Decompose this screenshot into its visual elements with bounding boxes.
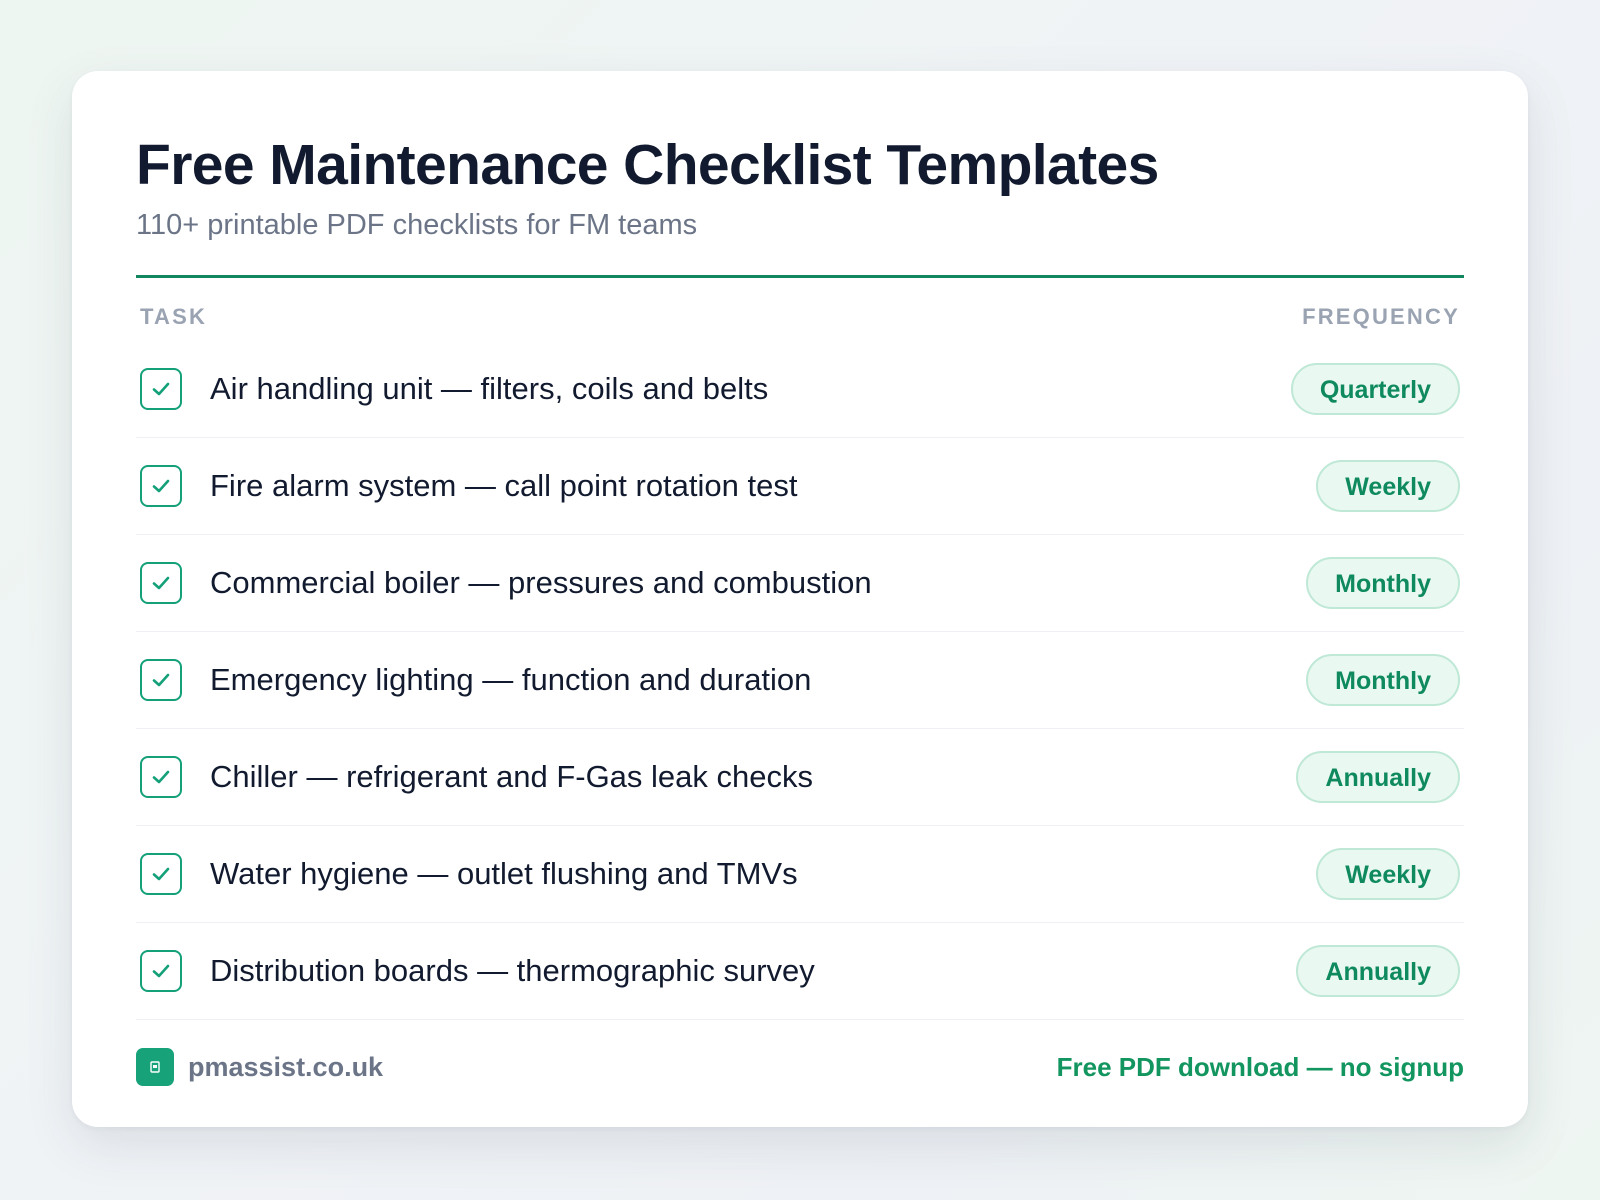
checkbox-checked-icon[interactable] (140, 562, 182, 604)
column-header-frequency: FREQUENCY (1302, 304, 1460, 329)
task-label: Fire alarm system — call point rotation … (210, 468, 798, 503)
table-row[interactable]: Emergency lighting — function and durati… (136, 632, 1464, 729)
task-label: Air handling unit — filters, coils and b… (210, 371, 769, 406)
building-icon (136, 1048, 174, 1086)
table-row[interactable]: Distribution boards — thermographic surv… (136, 923, 1464, 1020)
checkbox-checked-icon[interactable] (140, 368, 182, 410)
table-row[interactable]: Commercial boiler — pressures and combus… (136, 535, 1464, 632)
page-subtitle: 110+ printable PDF checklists for FM tea… (136, 209, 698, 241)
checkbox-checked-icon[interactable] (140, 465, 182, 507)
task-label: Chiller — refrigerant and F-Gas leak che… (210, 759, 814, 794)
checkbox-checked-icon[interactable] (140, 756, 182, 798)
frequency-badge: Monthly (1306, 557, 1460, 609)
task-label: Distribution boards — thermographic surv… (210, 953, 815, 988)
table-header: TASK FREQUENCY (136, 304, 1464, 334)
checkbox-checked-icon[interactable] (140, 853, 182, 895)
brand-url[interactable]: pmassist.co.uk (188, 1052, 383, 1083)
brand[interactable]: pmassist.co.uk (136, 1048, 383, 1086)
header-divider (136, 275, 1464, 278)
checklist-card: Free Maintenance Checklist Templates 110… (72, 71, 1528, 1127)
page-title: Free Maintenance Checklist Templates (136, 133, 1159, 197)
frequency-badge: Weekly (1316, 848, 1460, 900)
frequency-badge: Monthly (1306, 654, 1460, 706)
download-cta-link[interactable]: Free PDF download — no signup (1057, 1052, 1464, 1083)
table-row[interactable]: Air handling unit — filters, coils and b… (136, 341, 1464, 438)
frequency-badge: Annually (1296, 945, 1460, 997)
frequency-badge: Annually (1296, 751, 1460, 803)
frequency-badge: Quarterly (1290, 363, 1460, 415)
table-row[interactable]: Chiller — refrigerant and F-Gas leak che… (136, 729, 1464, 826)
task-label: Commercial boiler — pressures and combus… (210, 565, 872, 600)
checkbox-checked-icon[interactable] (140, 950, 182, 992)
checkbox-checked-icon[interactable] (140, 659, 182, 701)
task-label: Water hygiene — outlet flushing and TMVs (210, 856, 798, 891)
frequency-badge: Weekly (1316, 460, 1460, 512)
column-header-task: TASK (140, 304, 208, 329)
checklist-table: Air handling unit — filters, coils and b… (136, 341, 1464, 1020)
table-row[interactable]: Fire alarm system — call point rotation … (136, 438, 1464, 535)
task-label: Emergency lighting — function and durati… (210, 662, 812, 697)
card-footer: pmassist.co.uk Free PDF download — no si… (136, 1048, 1464, 1086)
table-row[interactable]: Water hygiene — outlet flushing and TMVs… (136, 826, 1464, 923)
